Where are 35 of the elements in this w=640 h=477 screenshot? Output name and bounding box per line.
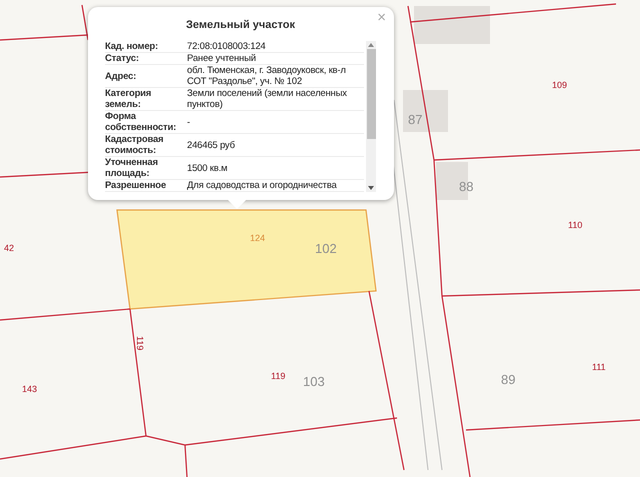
field-label: Статус: (105, 52, 185, 64)
parcel-number: 109 (552, 80, 568, 90)
popup-title: Земельный участок (185, 19, 296, 31)
field-label: Кадастровая стоимость: (105, 134, 185, 156)
parcel-number: 102 (315, 241, 337, 256)
parcel-number: 88 (459, 179, 474, 194)
field-label: Разрешенное (105, 180, 185, 192)
scrollbar-thumb[interactable] (366, 49, 376, 139)
field-label: Форма собственности: (105, 110, 185, 134)
parcel-number: 124 (250, 233, 266, 243)
selected-parcel[interactable] (116, 209, 377, 310)
field-label: Уточненная площадь: (105, 156, 185, 180)
parcel-number: 143 (22, 384, 38, 394)
field-label: Адрес: (105, 64, 185, 88)
parcel-number: 103 (303, 374, 325, 389)
parcel-number: 87 (408, 112, 422, 127)
parcel-number: 119 (271, 371, 286, 381)
field-label: Кад. номер: (105, 41, 185, 52)
parcel-number: 111 (592, 362, 606, 372)
field-value: 246465 руб (185, 134, 364, 156)
field-value: 72:08:0108003:124 (185, 41, 364, 52)
parcel-number: 89 (501, 372, 516, 387)
field-value: обл. Тюменская, г. Заводоуковск, кв-л СОТ "Раздолье", уч. № 102 (185, 64, 364, 88)
parcel-number: 42 (4, 243, 14, 253)
field-value: Ранее учтенный (185, 52, 364, 64)
field-value: Земли поселений (земли населенных пунктов) (185, 88, 364, 110)
field-value: Для садоводства и огородничества (185, 180, 364, 192)
scroll-down-icon[interactable] (366, 184, 376, 192)
field-value: - (185, 110, 364, 134)
parcel-number: 119 (135, 336, 145, 350)
parcel-number: 110 (568, 220, 582, 230)
field-label: Категория земель: (105, 88, 185, 110)
building-shape (403, 90, 448, 132)
field-value: 1500 кв.м (185, 156, 364, 180)
scrollbar[interactable] (366, 41, 376, 192)
